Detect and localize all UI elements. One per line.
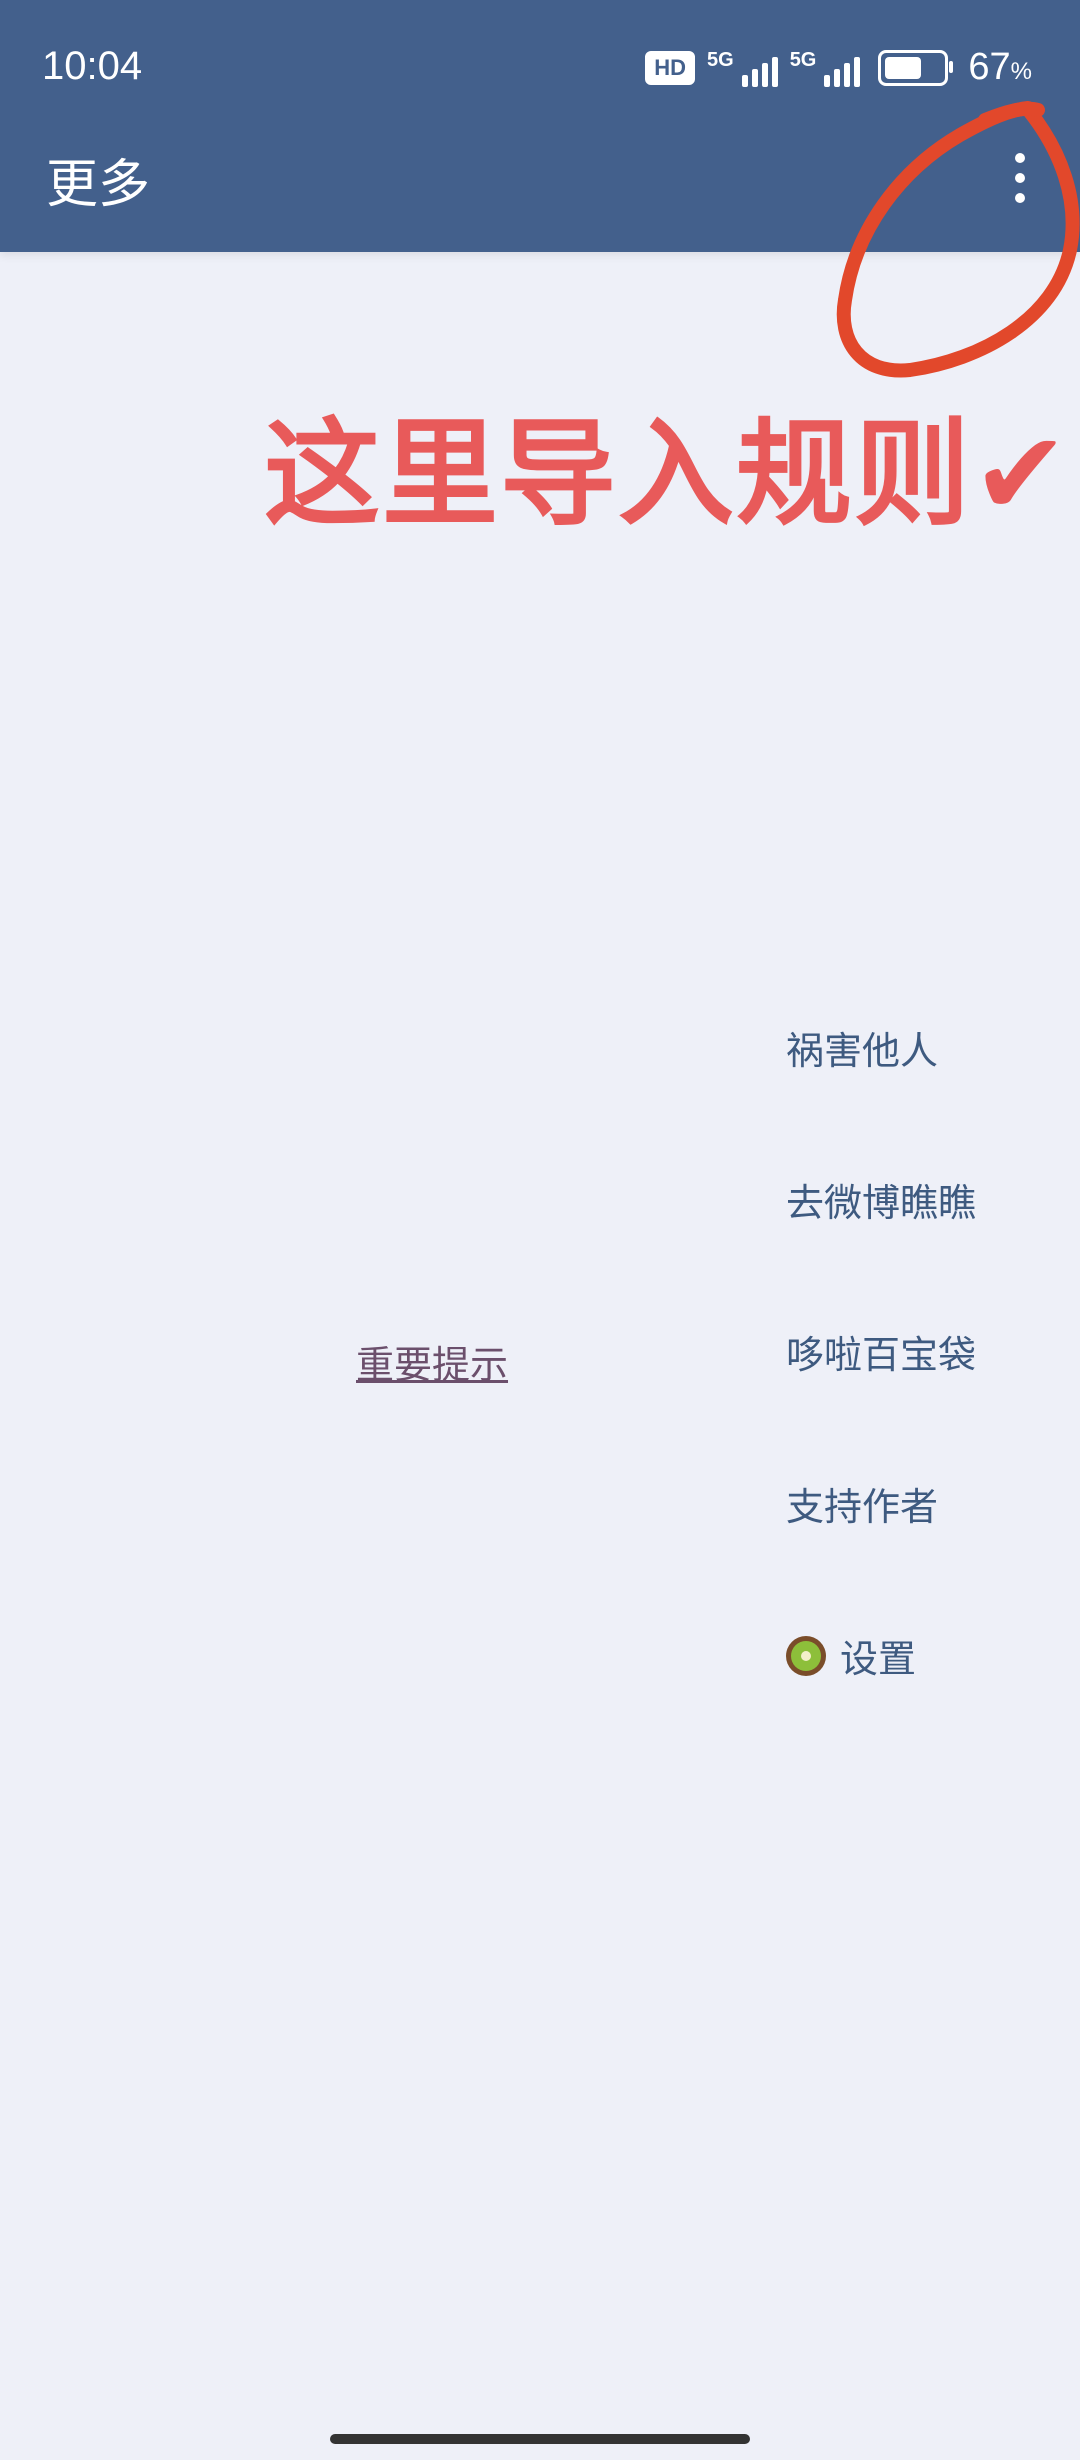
signal-icon-2: 5G	[790, 49, 861, 87]
menu-item-weibo[interactable]: 去微博瞧瞧	[786, 1172, 976, 1227]
status-icons: HD 5G 5G 67%	[645, 46, 1032, 89]
menu-item-label: 哆啦百宝袋	[786, 1333, 977, 1377]
menu-item-settings[interactable]: 设置	[786, 1628, 916, 1683]
hd-icon: HD	[645, 50, 695, 85]
app-header: 10:04 HD 5G 5G 67% 更多	[0, 0, 1080, 252]
kiwi-icon	[786, 1635, 826, 1676]
network-type-label: 5G	[789, 48, 817, 71]
status-time: 10:04	[42, 44, 143, 88]
menu-item-label: 祸害他人	[786, 1029, 939, 1073]
battery-percent: 67%	[968, 46, 1032, 88]
menu-item-label: 去微博瞧瞧	[786, 1181, 977, 1225]
menu-item-label: 支持作者	[786, 1485, 939, 1529]
menu-item-label: 设置	[840, 1637, 917, 1681]
page-title: 更多	[46, 155, 151, 215]
important-notice-link[interactable]: 重要提示	[356, 1334, 508, 1389]
battery-icon	[878, 49, 954, 86]
menu-item-support-author[interactable]: 支持作者	[786, 1476, 938, 1531]
annotation-text: 这里导入规则✔	[264, 407, 1072, 542]
network-type-label: 5G	[707, 48, 734, 71]
signal-icon-1: 5G	[707, 49, 778, 87]
menu-item-harm-others[interactable]: 祸害他人	[786, 1020, 938, 1075]
battery-fill	[885, 56, 922, 79]
more-vert-icon[interactable]	[996, 150, 1044, 206]
home-indicator[interactable]	[330, 2434, 750, 2444]
menu-item-doraemon-bag[interactable]: 哆啦百宝袋	[786, 1324, 976, 1379]
